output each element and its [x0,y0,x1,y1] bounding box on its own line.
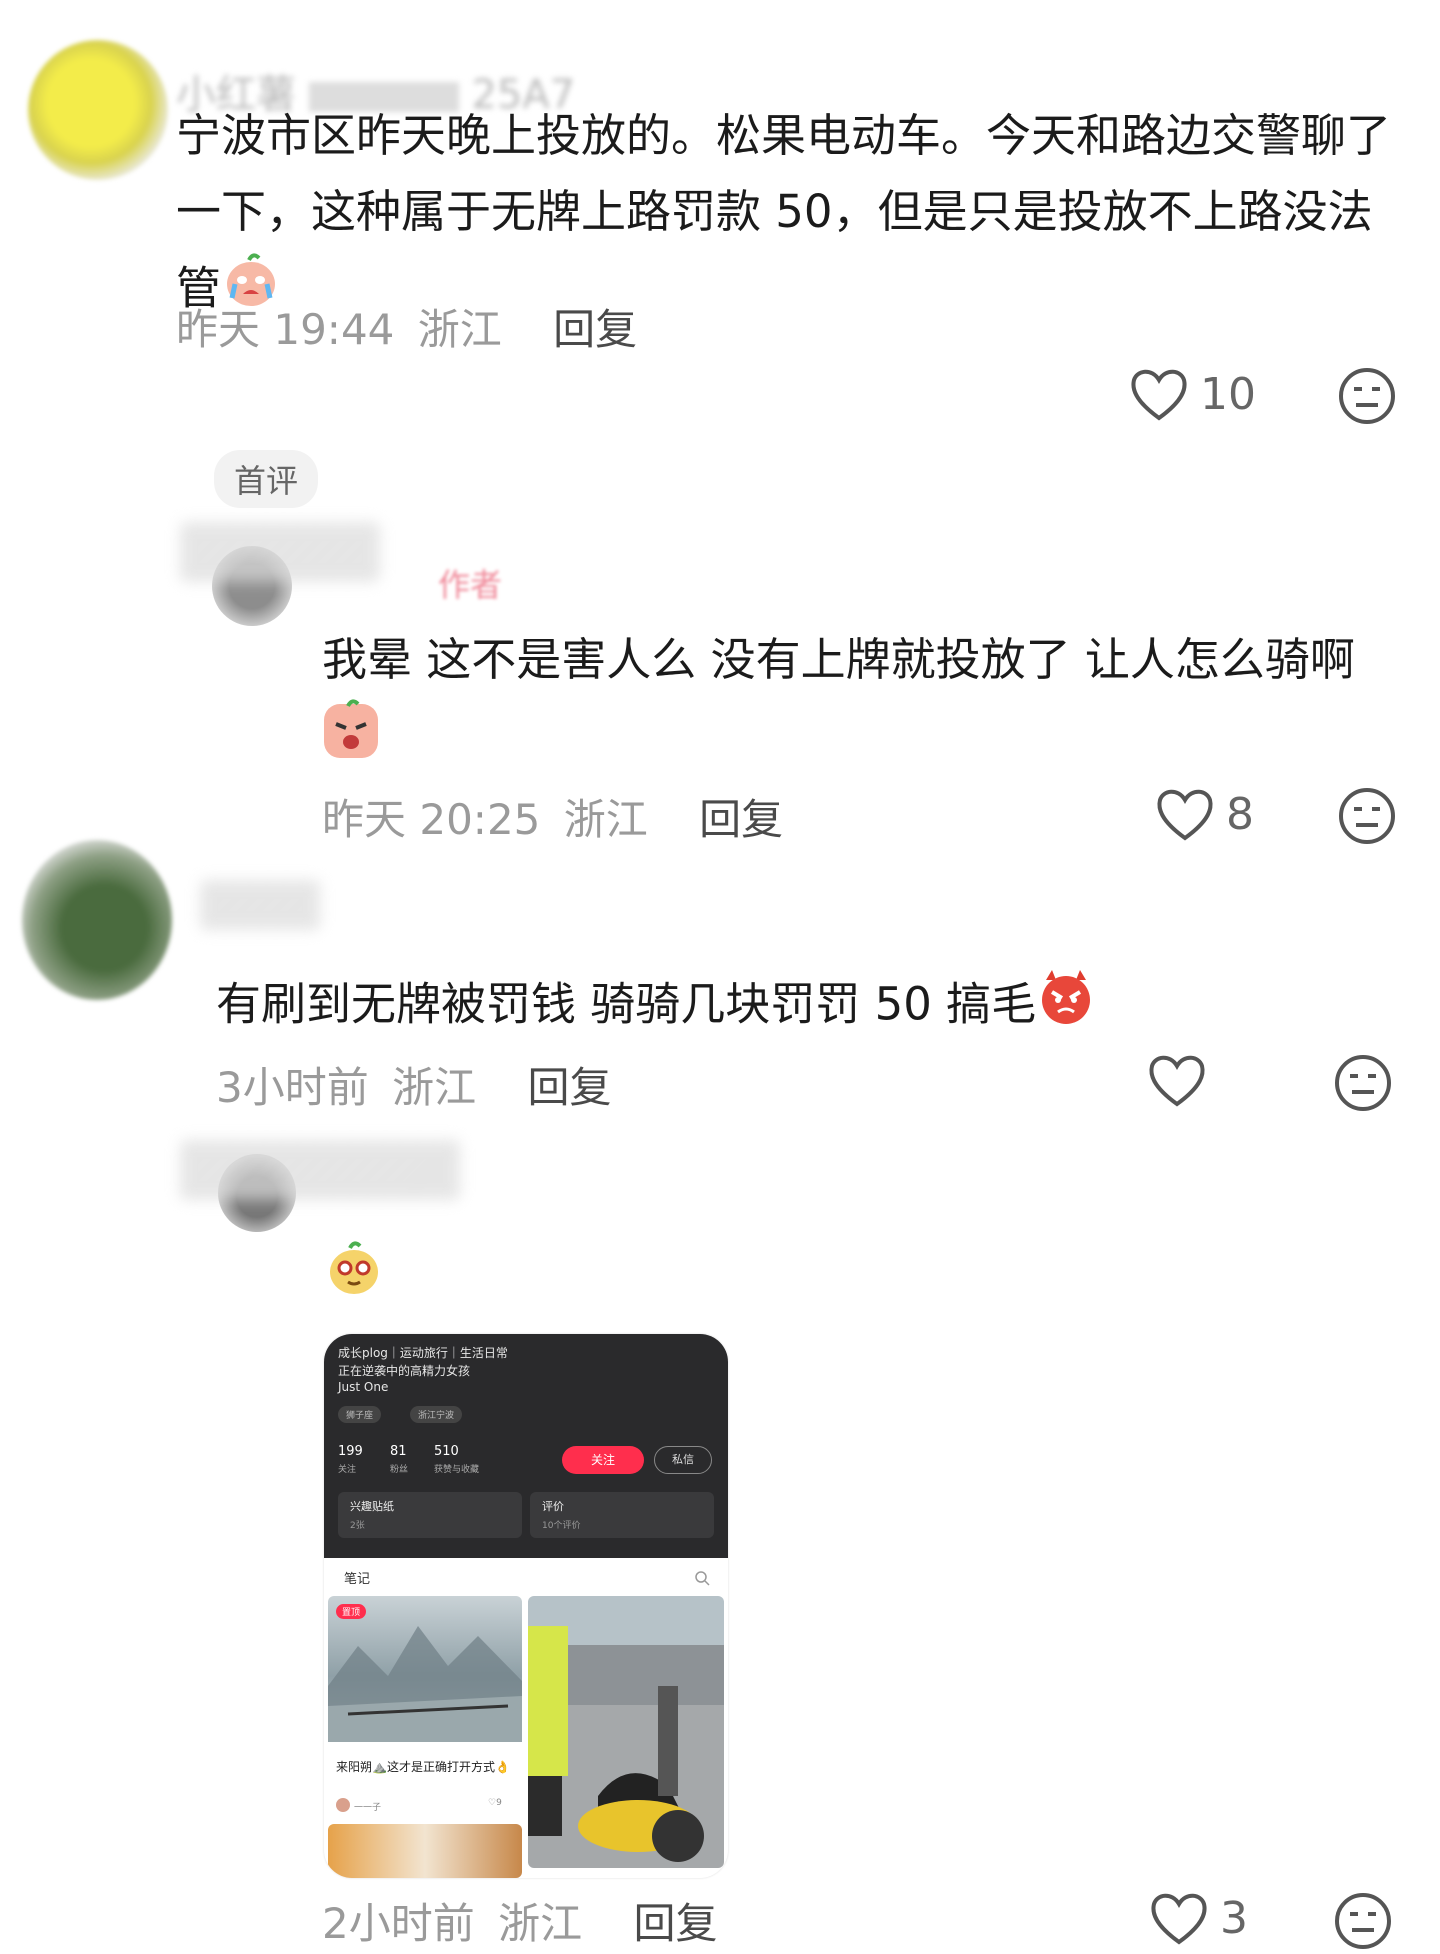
embedded-screenshot[interactable]: 成长plog｜运动旅行｜生活日常 正在逆袭中的高精力女孩 Just One 狮子… [324,1334,728,1878]
upset-emoji-icon [322,698,380,783]
stat-label: 粉丝 [390,1465,409,1475]
bio-line: Just One [338,1380,389,1394]
emoji-reply [326,1236,382,1300]
comment-meta: 2小时前 浙江 回复 [322,1890,717,1951]
note-like-count: ♡9 [488,1798,502,1808]
reply-button[interactable]: 回复 [699,795,783,844]
heart-icon [1151,1893,1207,1945]
comment-location: 浙江 [417,305,502,354]
first-comment-tag: 首评 [214,450,319,508]
card-title: 兴趣贴纸 [350,1500,394,1513]
dislike-button[interactable] [1338,367,1396,429]
message-button[interactable]: 私信 [654,1446,712,1474]
card-title: 评价 [542,1500,564,1513]
profile-chip: 浙江宁波 [410,1406,463,1423]
comment-meta: 3小时前 浙江 回复 [216,1054,611,1115]
sticker-card[interactable]: 兴趣贴纸 2张 [338,1492,522,1538]
avatar[interactable] [22,840,172,1000]
like-button[interactable]: 10 [1128,366,1256,422]
bio-line: 成长plog｜运动旅行｜生活日常 [338,1346,508,1360]
stat-label: 关注 [338,1465,357,1475]
reply-button[interactable]: 回复 [553,305,637,354]
author-tag: 作者 [438,566,503,604]
neutral-face-icon [1335,1055,1391,1111]
like-button[interactable] [1146,1052,1218,1108]
username[interactable] [180,1140,460,1200]
angry-emoji-icon [1036,966,1096,1049]
comment-time: 2小时前 [322,1899,475,1948]
stat-number: 199 [338,1444,363,1459]
comment-location: 浙江 [392,1063,477,1112]
card-subtitle: 10个评价 [542,1521,581,1531]
comment-location: 浙江 [498,1899,583,1948]
stat-number: 81 [390,1444,407,1459]
like-count: 3 [1220,1892,1248,1944]
comment-location: 浙江 [563,795,648,844]
neutral-face-icon [1339,788,1395,844]
stat-label: 获赞与收藏 [434,1465,480,1475]
username[interactable] [180,522,380,582]
neutral-face-icon [1335,1893,1391,1949]
avatar[interactable] [28,40,168,180]
search-icon[interactable] [694,1570,710,1586]
stat-number: 510 [434,1444,459,1459]
like-button[interactable]: 3 [1148,1890,1248,1946]
comment-text: 我晕 这不是害人么 没有上牌就投放了 让人怎么骑啊 [322,622,1422,783]
note-thumbnail[interactable] [528,1596,724,1868]
like-button[interactable]: 8 [1154,786,1254,842]
dislike-button[interactable] [1334,1054,1392,1116]
reply-button[interactable]: 回复 [633,1899,717,1948]
dislike-button[interactable] [1334,1892,1392,1954]
heart-icon [1149,1055,1205,1107]
comment-meta: 昨天 20:25 浙江 回复 [322,786,783,847]
comment-time: 3小时前 [216,1063,369,1112]
comment-text: 有刷到无牌被罚钱 骑骑几块罚罚 50 搞毛 [216,966,1416,1049]
follow-button[interactable]: 关注 [562,1446,644,1474]
dislike-button[interactable] [1338,787,1396,849]
note-author: 一一子 [354,1803,382,1813]
heart-icon [1131,369,1187,421]
comment-meta: 昨天 19:44 浙江 回复 [176,296,637,357]
pinned-badge: 置顶 [336,1604,367,1619]
username[interactable] [200,880,320,930]
author-avatar [336,1798,350,1812]
neutral-face-icon [1339,368,1395,424]
profile-header: 成长plog｜运动旅行｜生活日常 正在逆袭中的高精力女孩 Just One 狮子… [324,1334,728,1558]
notes-tab[interactable]: 笔记 [344,1568,370,1587]
comment-time: 昨天 20:25 [322,795,541,844]
like-count: 10 [1200,368,1256,420]
reply-button[interactable]: 回复 [527,1063,611,1112]
like-count: 8 [1226,788,1254,840]
comment-time: 昨天 19:44 [176,305,395,354]
profile-chip: 狮子座 [338,1406,382,1423]
card-subtitle: 2张 [350,1521,365,1531]
bio-line: 正在逆袭中的高精力女孩 [338,1364,471,1378]
review-card[interactable]: 评价 10个评价 [530,1492,714,1538]
smug-emoji-icon [330,1241,378,1294]
note-title: 来阳朔⛰️这才是正确打开方式👌 [336,1760,510,1774]
heart-icon [1157,789,1213,841]
note-thumbnail[interactable] [328,1824,522,1878]
